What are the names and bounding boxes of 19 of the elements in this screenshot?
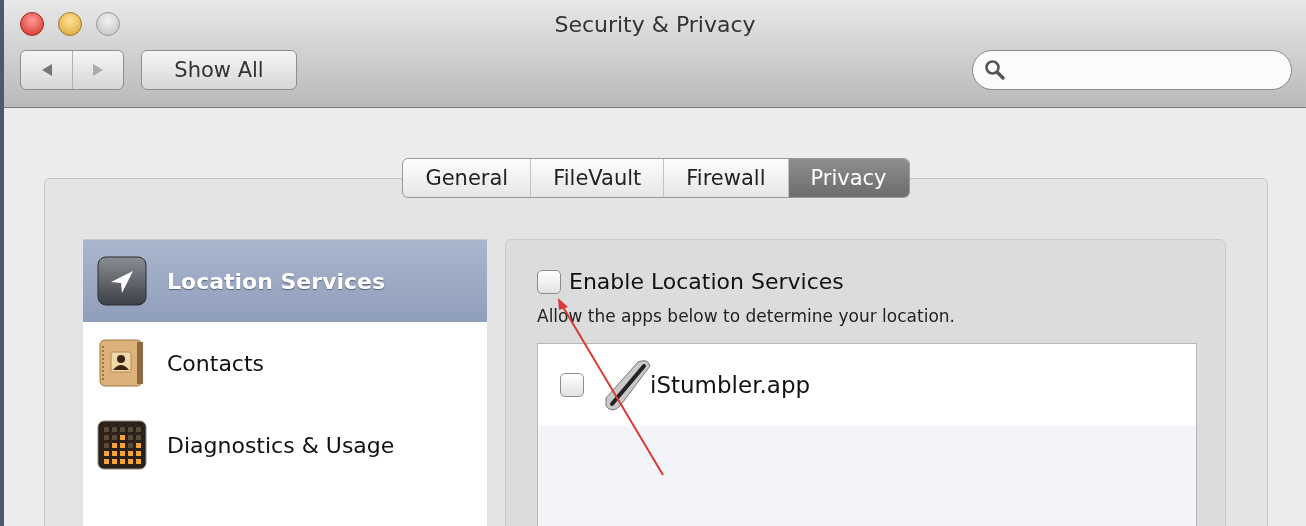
show-all-button[interactable]: Show All: [141, 50, 297, 90]
tab[interactable]: General: [403, 159, 531, 197]
checkbox[interactable]: [537, 269, 561, 294]
zoom-button[interactable]: [96, 12, 120, 36]
search-field[interactable]: [972, 50, 1292, 90]
search-icon: [983, 58, 1007, 82]
sidebar-item[interactable]: Contacts: [83, 322, 487, 404]
tab[interactable]: Firewall: [663, 159, 788, 197]
window-title: Security & Privacy: [554, 11, 756, 37]
grid-chart-icon: [97, 420, 147, 470]
sidebar-item[interactable]: Diagnostics & Usage: [83, 404, 487, 486]
checkbox[interactable]: [560, 373, 584, 397]
close-button[interactable]: [20, 12, 44, 36]
tab[interactable]: Privacy: [787, 159, 909, 197]
checkbox-label: Enable Location Services: [569, 269, 844, 294]
forward-arrow-icon: [91, 62, 105, 78]
tab[interactable]: FileVault: [530, 159, 664, 197]
minimize-button[interactable]: [58, 12, 82, 36]
app-name: iStumbler.app: [650, 372, 811, 398]
